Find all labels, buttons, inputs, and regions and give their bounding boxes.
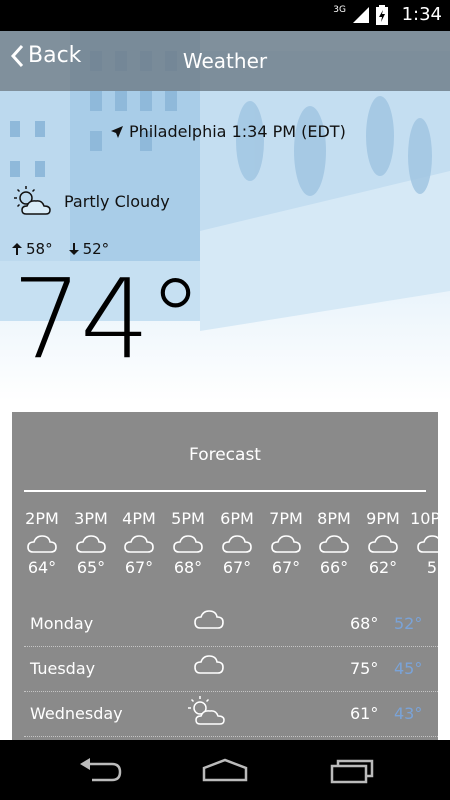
cloud-icon (368, 535, 398, 553)
hour-time: 6PM (220, 509, 254, 528)
hour-time: 10PM (410, 509, 438, 528)
day-name: Wednesday (30, 704, 123, 723)
hour-temp: 65° (76, 558, 106, 577)
hour-item: 5PM 68° (164, 509, 212, 577)
hour-temp: 62° (368, 558, 398, 577)
hour-item: 3PM 65° (67, 509, 115, 577)
cloud-icon (271, 535, 301, 553)
forecast-panel: Forecast 2PM 64° 3PM 65° 4PM 67° 5PM 68°… (12, 412, 438, 742)
cloud-icon (194, 655, 224, 674)
hour-time: 5PM (171, 509, 205, 528)
back-nav-icon[interactable] (78, 758, 122, 782)
cloud-icon (76, 535, 106, 553)
condition-text: Partly Cloudy (64, 191, 170, 211)
forecast-divider (24, 490, 426, 492)
page-title: Weather (182, 49, 268, 73)
arrow-up-icon (12, 243, 22, 255)
cloud-icon (417, 535, 438, 553)
battery-icon (376, 5, 388, 25)
cloud-icon (27, 535, 57, 553)
hour-temp: 64° (27, 558, 57, 577)
hour-item: 6PM 67° (213, 509, 261, 577)
recent-apps-icon[interactable] (330, 758, 374, 784)
network-type: 3G (333, 5, 346, 15)
hour-temp: 66° (319, 558, 349, 577)
status-bar: 3G 1:34 (0, 0, 450, 31)
day-low: 45° (394, 659, 423, 678)
cloud-icon (319, 535, 349, 553)
day-row: Tuesday 75° 45° (24, 647, 438, 692)
day-high: 75° (350, 659, 379, 678)
arrow-down-icon (68, 243, 79, 255)
partly-cloudy-icon (188, 696, 225, 725)
cloud-icon (222, 535, 252, 553)
app-header: Back Weather (0, 31, 450, 91)
current-condition: Partly Cloudy (12, 184, 170, 218)
day-name: Tuesday (30, 659, 96, 678)
location-text: Philadelphia 1:34 PM (EDT) (129, 122, 346, 141)
hour-temp: 67° (124, 558, 154, 577)
hour-item: 4PM 67° (115, 509, 163, 577)
day-low: 43° (394, 704, 423, 723)
hour-time: 8PM (317, 509, 351, 528)
current-temperature: 74° (12, 255, 203, 383)
day-low: 52° (394, 614, 423, 633)
signal-icon (353, 7, 369, 23)
cloud-icon (173, 535, 203, 553)
day-row: Monday 68° 52° (24, 602, 438, 647)
day-high: 68° (350, 614, 379, 633)
hour-time: 3PM (74, 509, 108, 528)
location-arrow-icon (111, 125, 123, 138)
hour-item: 10PM 5 (408, 509, 438, 577)
partly-cloudy-icon (14, 186, 51, 215)
hour-item: 8PM 66° (310, 509, 358, 577)
hour-time: 4PM (122, 509, 156, 528)
day-name: Monday (30, 614, 94, 633)
day-high: 61° (350, 704, 379, 723)
navigation-bar (0, 740, 450, 800)
location-line: Philadelphia 1:34 PM (EDT) (110, 122, 346, 141)
hour-item: 7PM 67° (262, 509, 310, 577)
hour-time: 2PM (25, 509, 59, 528)
hour-item: 2PM 64° (24, 509, 66, 577)
hourly-forecast[interactable]: 2PM 64° 3PM 65° 4PM 67° 5PM 68° 6PM 67° … (24, 509, 438, 589)
cloud-icon (194, 610, 224, 629)
hour-temp: 67° (271, 558, 301, 577)
home-nav-icon[interactable] (202, 758, 248, 782)
hour-temp: 5 (426, 558, 438, 577)
hour-temp: 67° (222, 558, 252, 577)
status-time: 1:34 (401, 4, 442, 25)
hour-time: 9PM (366, 509, 400, 528)
cloud-icon (124, 535, 154, 553)
hour-temp: 68° (173, 558, 203, 577)
hour-time: 7PM (269, 509, 303, 528)
day-row: Wednesday 61° 43° (24, 692, 438, 737)
forecast-title: Forecast (189, 445, 261, 465)
daily-forecast[interactable]: Monday 68° 52° Tuesday 75° 45° Wednesday… (24, 602, 438, 737)
hour-item: 9PM 62° (359, 509, 407, 577)
